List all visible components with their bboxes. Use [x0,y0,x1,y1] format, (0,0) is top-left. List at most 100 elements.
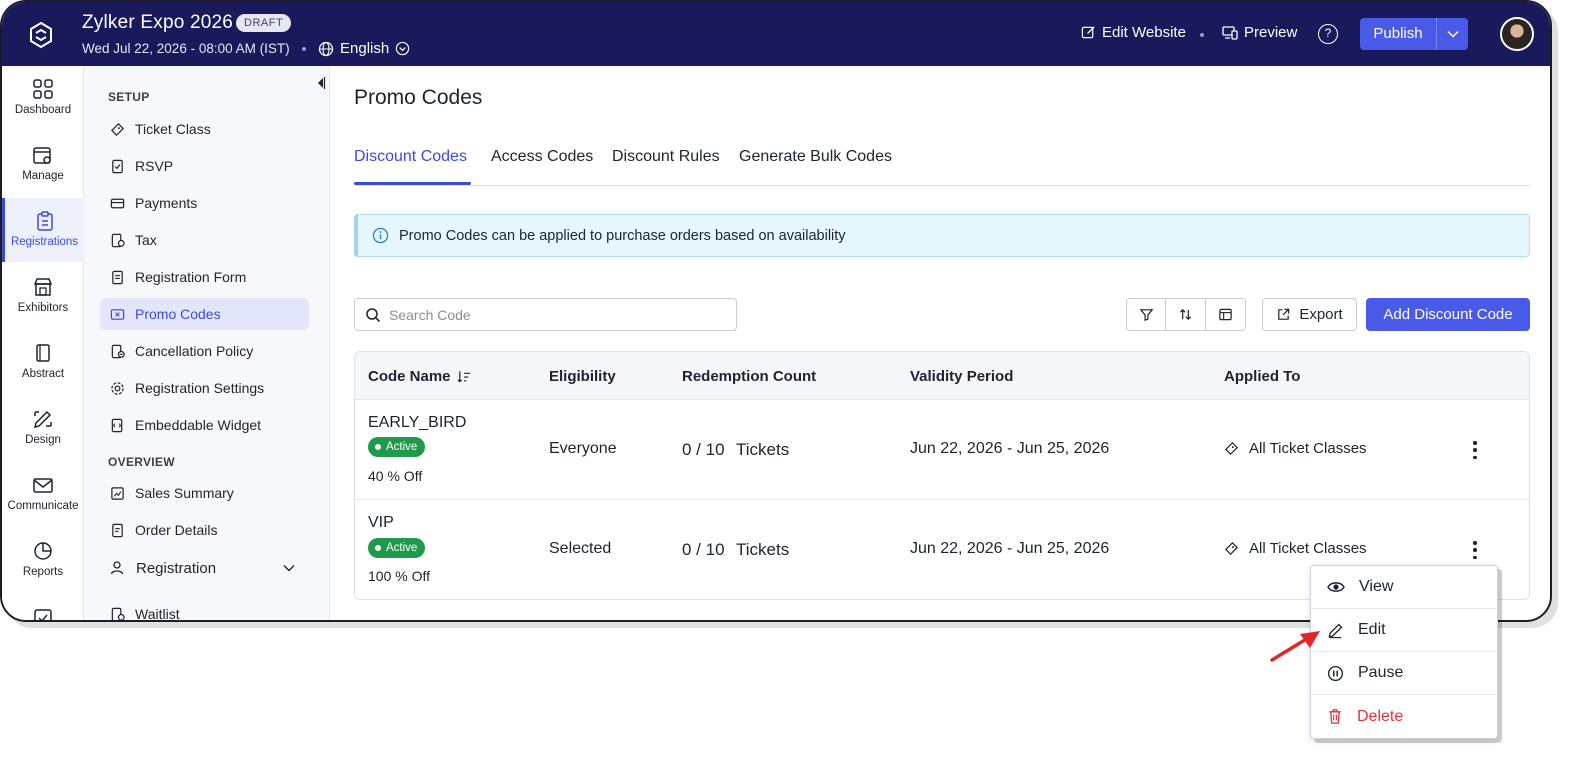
sort-icon [1179,308,1192,321]
subnav-cancellation-policy[interactable]: Cancellation Policy [100,335,309,367]
separator-dot [302,47,306,51]
nav-manage[interactable]: Manage [2,132,84,196]
pause-icon [1327,665,1344,681]
active-tab-indicator [354,182,471,185]
nav-more[interactable] [2,594,84,620]
help-icon[interactable]: ? [1318,24,1338,44]
subnav-sales-summary[interactable]: Sales Summary [100,477,309,509]
discount-amount: 40 % Off [368,468,423,484]
edit-website-button[interactable]: Edit Website [1081,24,1186,41]
columns-icon [1219,308,1232,321]
filter-icon [1139,309,1154,321]
nav-label: Registrations [10,236,79,248]
form-icon [112,270,123,284]
validity-period: Jun 22, 2026 - Jun 25, 2026 [910,440,1110,457]
chevron-down-icon [1446,30,1459,38]
subnav-order-details[interactable]: Order Details [100,514,309,546]
language-selector[interactable]: English [318,40,410,57]
calendar-check-icon [34,609,52,620]
page-title: Promo Codes [354,86,483,109]
column-header-label: Code Name [368,368,451,385]
collapse-sidebar-icon[interactable] [314,76,326,90]
table-row[interactable]: EARLY_BIRD Active 40 % Off Everyone 0 / … [355,400,1529,500]
tab-generate-bulk-codes[interactable]: Generate Bulk Codes [739,148,892,166]
discount-codes-table: Code Name Eligibility Redemption Count V… [354,351,1530,600]
discount-amount: 100 % Off [368,568,431,584]
book-icon [36,344,50,362]
preview-button[interactable]: Preview [1222,24,1297,41]
export-icon [1278,308,1290,320]
menu-item-pause[interactable]: Pause [1311,652,1497,695]
publish-button[interactable]: Publish [1360,18,1436,50]
store-icon [33,278,53,296]
subnav-rsvp[interactable]: RSVP [100,150,309,182]
menu-item-delete[interactable]: Delete [1311,695,1497,738]
info-banner: Promo Codes can be applied to purchase o… [354,214,1530,257]
code-name: EARLY_BIRD [368,414,467,431]
row-actions-kebab-icon[interactable] [1471,441,1479,459]
search-icon [366,307,381,322]
pen-ruler-icon [33,410,52,429]
nav-communicate[interactable]: Communicate [2,462,84,526]
subnav-tax[interactable]: Tax [100,224,309,256]
publish-split-button: Publish [1360,18,1468,50]
menu-item-edit[interactable]: Edit [1311,609,1497,652]
filter-button[interactable] [1127,299,1167,330]
subnav-payments[interactable]: Payments [100,187,309,219]
draft-badge: DRAFT [236,14,292,32]
subnav-embeddable-widget[interactable]: Embeddable Widget [100,409,309,441]
nav-exhibitors[interactable]: Exhibitors [2,264,84,328]
menu-item-label: Pause [1358,664,1404,681]
publish-options-button[interactable] [1436,18,1468,50]
promo-icon [110,308,125,320]
tab-discount-codes[interactable]: Discount Codes [354,148,467,166]
rsvp-doc-icon [112,159,123,173]
nav-reports[interactable]: Reports [2,528,84,592]
export-button[interactable]: Export [1262,298,1357,331]
col-validity-period: Validity Period [910,368,1014,385]
nav-registrations[interactable]: Registrations [2,198,84,262]
nav-design[interactable]: Design [2,396,84,460]
sort-ascending-icon[interactable] [457,370,472,384]
grid-icon [33,79,53,99]
promo-tabs: Discount Codes Access Codes Discount Rul… [354,146,1530,186]
redemption-unit: Tickets [736,440,790,459]
col-code-name[interactable]: Code Name [368,368,472,385]
nav-label: Design [25,434,61,446]
nav-abstract[interactable]: Abstract [2,330,84,394]
row-actions-kebab-icon[interactable] [1471,541,1479,559]
subnav-label: Registration [136,559,217,577]
subnav-registration[interactable]: Registration [100,552,309,584]
col-redemption-count: Redemption Count [682,368,817,385]
menu-item-view[interactable]: View [1311,566,1497,609]
subnav-promo-codes[interactable]: Promo Codes [100,298,309,330]
event-title: Zylker Expo 2026 [82,12,234,33]
setup-heading: SETUP [108,90,150,104]
tab-access-codes[interactable]: Access Codes [491,148,593,166]
edit-square-icon [1081,26,1095,39]
subnav-ticket-class[interactable]: Ticket Class [100,113,309,145]
subnav-registration-form[interactable]: Registration Form [100,261,309,293]
annotation-arrow-icon [1270,631,1320,662]
subnav-waitlist[interactable]: Waitlist [100,598,309,622]
subnav-label: Waitlist [135,606,180,622]
eye-icon [1327,582,1345,592]
subnav-registration-settings[interactable]: Registration Settings [100,372,309,404]
nav-dashboard[interactable]: Dashboard [2,66,84,130]
table-tools [1126,298,1246,331]
search-input[interactable] [389,306,709,323]
cancel-doc-icon [111,344,125,358]
user-avatar[interactable] [1500,17,1534,51]
tab-discount-rules[interactable]: Discount Rules [612,148,720,166]
status-dot [375,444,381,450]
sort-button[interactable] [1166,299,1206,330]
export-label: Export [1299,306,1343,323]
columns-button[interactable] [1206,299,1245,330]
col-applied-to: Applied To [1224,368,1301,385]
app-logo-icon[interactable] [26,20,56,50]
add-discount-code-button[interactable]: Add Discount Code [1366,298,1530,331]
overview-heading: OVERVIEW [108,455,175,469]
gear-icon [111,381,124,395]
card-icon [110,198,125,208]
separator-dot [1200,33,1204,37]
